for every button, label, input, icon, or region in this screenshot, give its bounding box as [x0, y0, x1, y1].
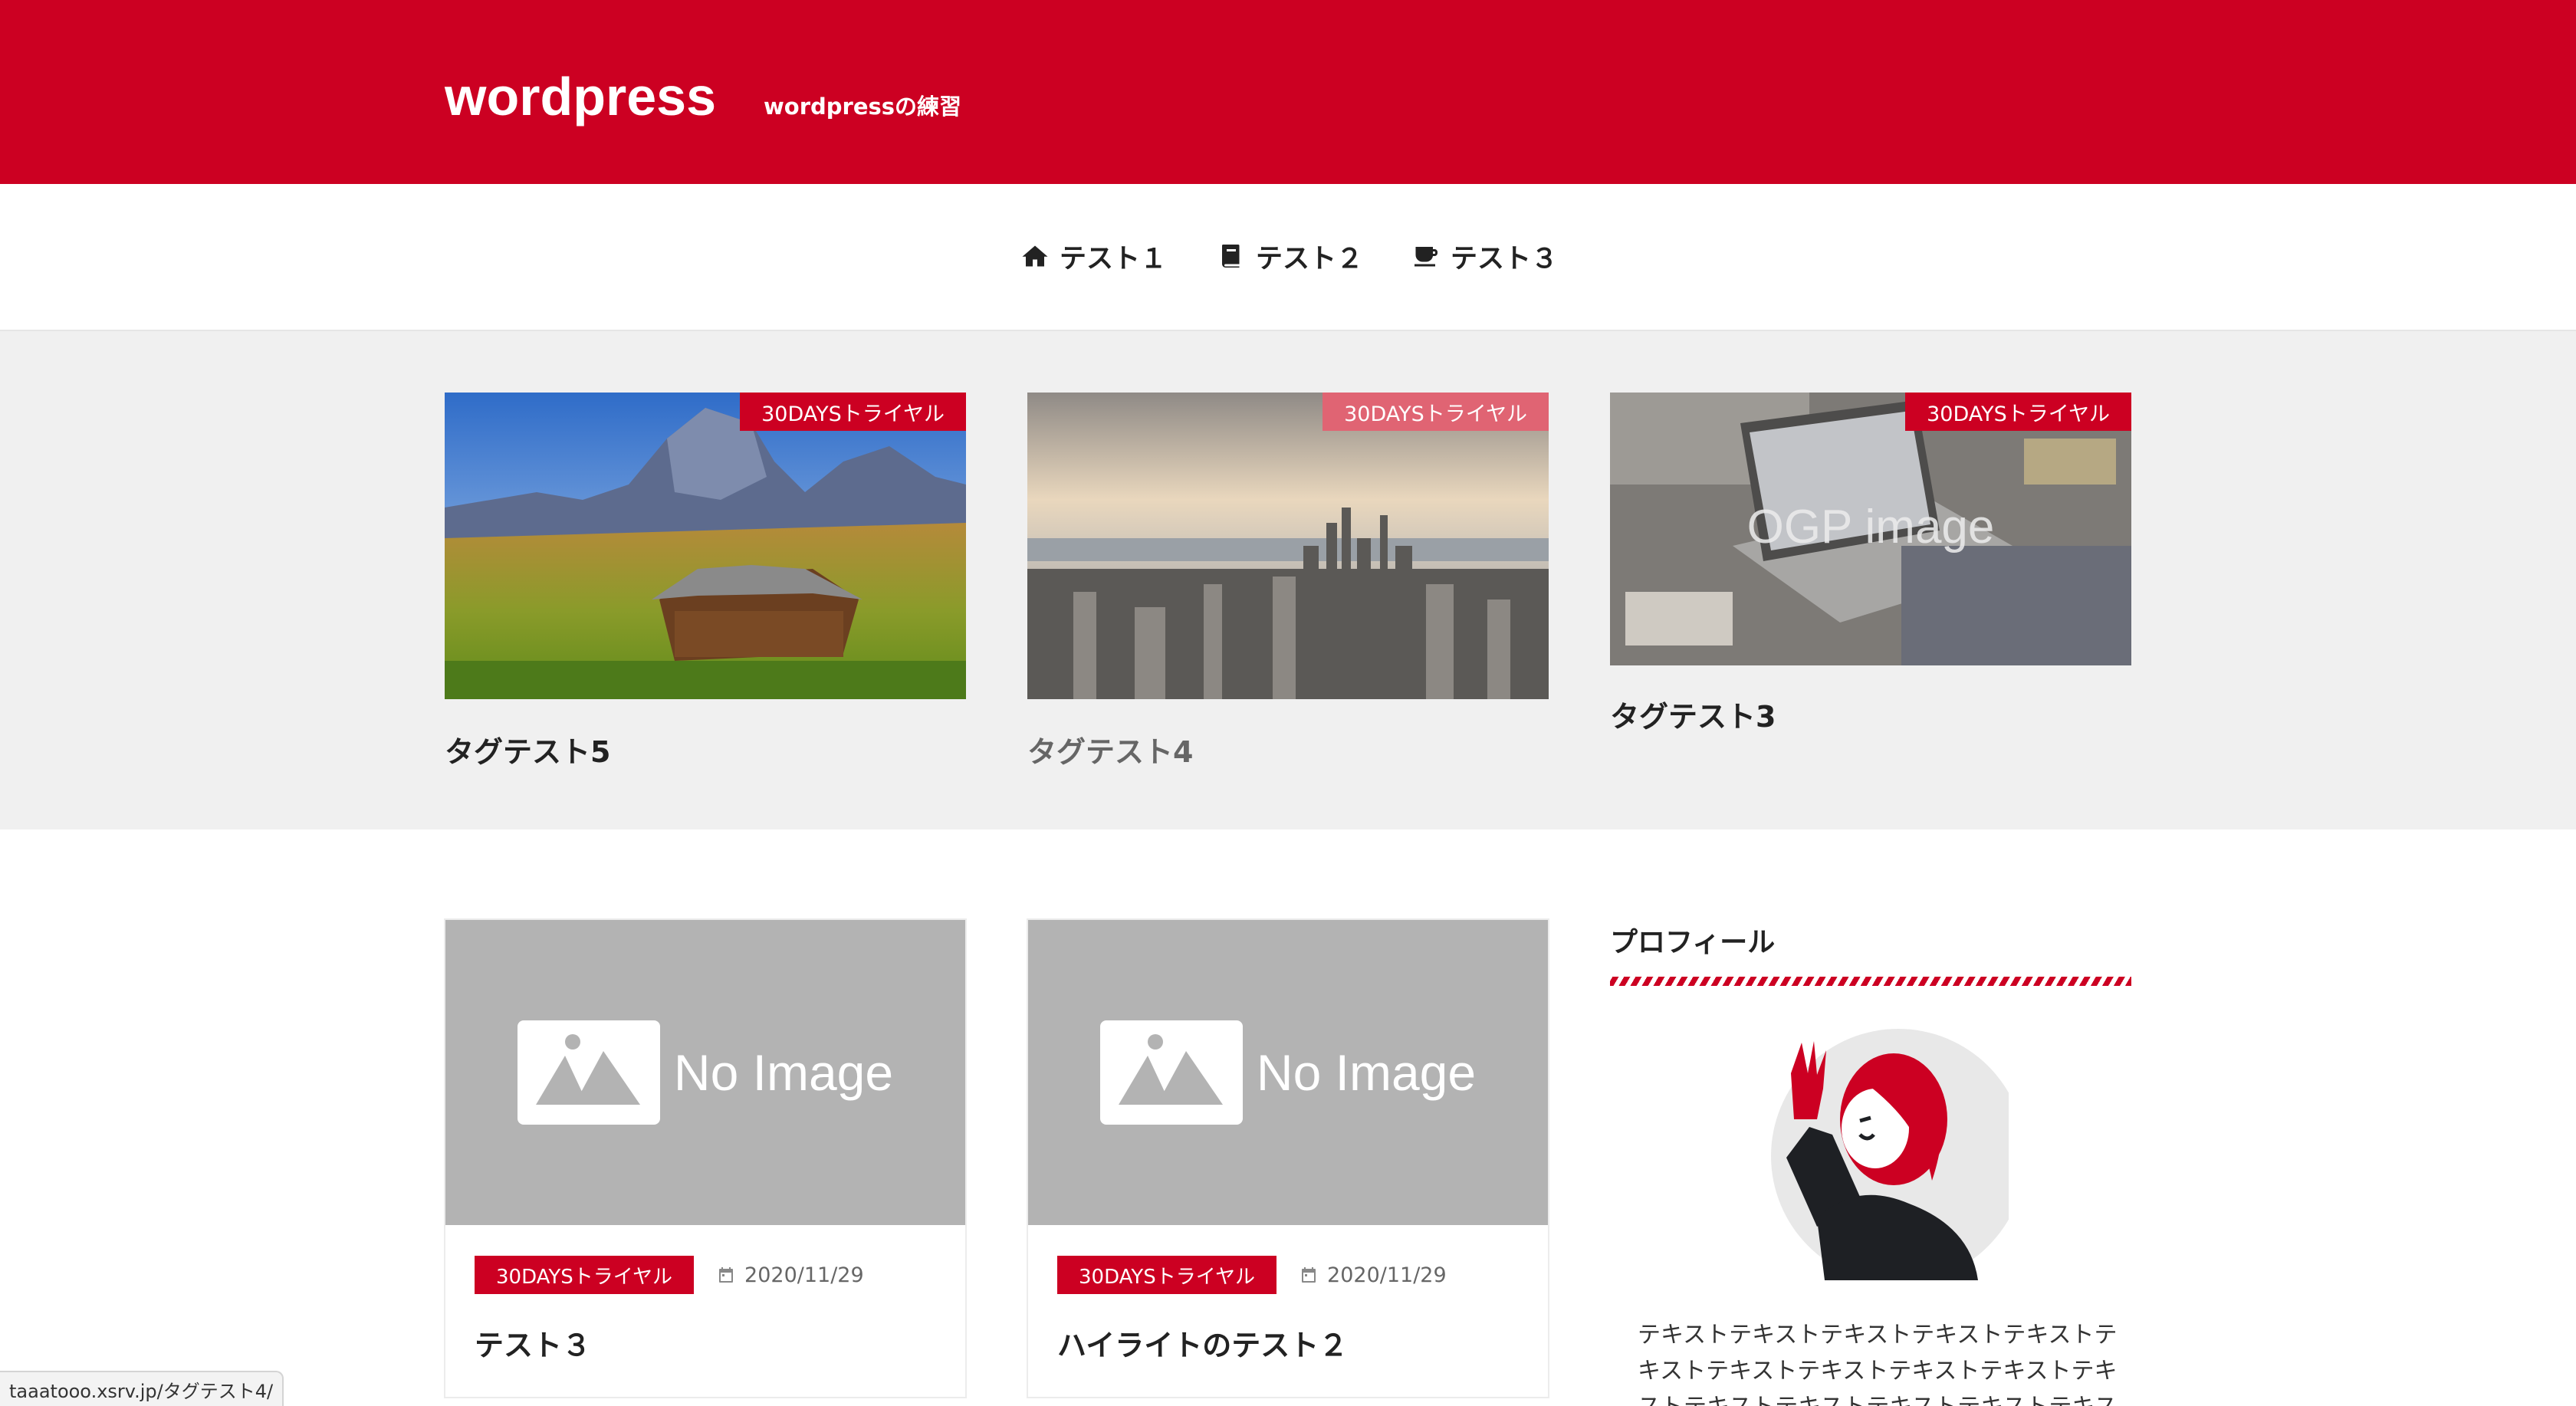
pickup-card[interactable]: 30DAYSトライヤル タグテスト5: [445, 393, 966, 769]
category-badge[interactable]: 30DAYSトライヤル: [740, 393, 966, 431]
site-tagline: wordpressの練習: [764, 94, 962, 120]
ogp-overlay-text: OGP image: [1746, 501, 1995, 554]
post-date: 2020/11/29: [1300, 1263, 1447, 1287]
pickup-title[interactable]: タグテスト3: [1610, 693, 1776, 735]
pickup-title[interactable]: タグテスト5: [445, 728, 610, 770]
post-meta: 30DAYSトライヤル 2020/11/29: [475, 1256, 864, 1294]
post-card[interactable]: No Image 30DAYSトライヤル 2020/11/29 テスト３: [444, 918, 967, 1398]
nav-item-label: テスト３: [1451, 243, 1559, 274]
site-header: wordpress wordpressの練習: [0, 0, 2576, 184]
profile-text: テキストテキストテキストテキストテキストテキストテキストテキストテキストテキスト…: [1638, 1322, 2118, 1406]
calendar-icon: [719, 1267, 734, 1283]
post-thumbnail: No Image: [1028, 920, 1548, 1225]
nav-item-test3[interactable]: テスト３: [1412, 238, 1558, 274]
home-icon: [1022, 245, 1048, 267]
nav-item-test1[interactable]: テスト１: [1021, 238, 1167, 274]
book-icon: [1222, 245, 1240, 268]
post-date: 2020/11/29: [717, 1263, 864, 1287]
post-date-text: 2020/11/29: [744, 1263, 864, 1287]
post-date-text: 2020/11/29: [1327, 1263, 1447, 1287]
post-meta: 30DAYSトライヤル 2020/11/29: [1057, 1256, 1447, 1294]
browser-status-url: taaatooo.xsrv.jp/タグテスト4/: [0, 1371, 284, 1406]
pickup-thumbnail: OGP image: [1610, 393, 2131, 665]
nav-item-test2[interactable]: テスト２: [1217, 238, 1363, 274]
pickup-title[interactable]: タグテスト4: [1027, 728, 1193, 770]
nav-item-label: テスト１: [1060, 243, 1168, 274]
profile-widget-title: プロフィール: [1610, 927, 1776, 958]
no-image-text: No Image: [673, 1044, 894, 1101]
category-badge[interactable]: 30DAYSトライヤル: [1057, 1256, 1277, 1294]
image-placeholder-icon: [517, 1020, 660, 1125]
profile-avatar: [1717, 1027, 2026, 1283]
widget-title-underline: [1610, 977, 2131, 986]
post-card[interactable]: No Image 30DAYSトライヤル 2020/11/29 ハイライトのテス…: [1027, 918, 1549, 1398]
image-placeholder-icon: [1099, 1020, 1243, 1125]
coffee-icon: [1414, 247, 1438, 267]
category-badge[interactable]: 30DAYSトライヤル: [475, 1256, 695, 1294]
post-title[interactable]: テスト３: [475, 1322, 591, 1364]
category-badge[interactable]: 30DAYSトライヤル: [1322, 393, 1549, 431]
pickup-card[interactable]: OGP image 30DAYSトライヤル タグテスト3: [1610, 393, 2131, 734]
post-thumbnail: No Image: [445, 920, 965, 1225]
site-title[interactable]: wordpress: [445, 66, 716, 127]
calendar-icon: [1302, 1267, 1316, 1283]
post-title[interactable]: ハイライトのテスト２: [1057, 1322, 1348, 1364]
nav-item-label: テスト２: [1256, 243, 1364, 274]
mountain-hut-photo: [445, 393, 966, 699]
page: wordpress wordpressの練習 テスト１ テスト２ テスト３ 30…: [0, 0, 2576, 1406]
pickup-section: 30DAYSトライヤル タグテスト5 30DAYSトライヤル タグテスト4 OG…: [0, 331, 2576, 829]
pickup-thumbnail: [1027, 393, 1549, 699]
global-nav: テスト１ テスト２ テスト３: [0, 184, 2576, 331]
city-skyline-photo: [1027, 393, 1549, 699]
pickup-thumbnail: [445, 393, 966, 699]
category-badge[interactable]: 30DAYSトライヤル: [1905, 393, 2131, 431]
no-image-text: No Image: [1256, 1044, 1477, 1101]
pickup-card[interactable]: 30DAYSトライヤル タグテスト4: [1027, 393, 1549, 769]
